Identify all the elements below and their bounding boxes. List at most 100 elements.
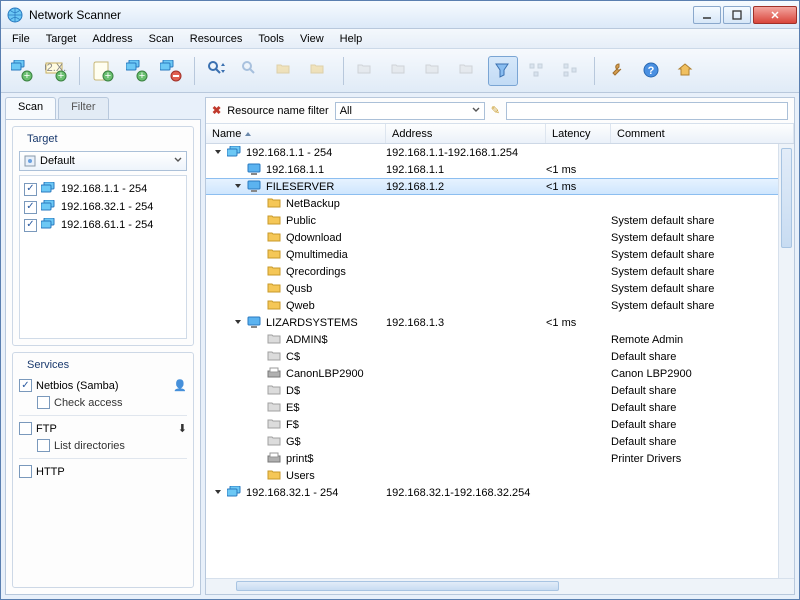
tb-tree1[interactable] <box>522 56 552 86</box>
checkbox[interactable] <box>19 422 32 435</box>
app-icon <box>7 7 23 23</box>
col-name[interactable]: Name <box>206 124 386 143</box>
toolbar: + 192.X.X+ + + <box>1 49 799 93</box>
tb-home[interactable] <box>671 56 701 86</box>
clear-filter-icon[interactable]: ✖ <box>212 104 221 117</box>
target-item[interactable]: 192.168.1.1 - 254 <box>24 180 182 198</box>
tb-add-range[interactable]: 192.X.X+ <box>41 56 71 86</box>
tb-remove-host[interactable] <box>156 56 186 86</box>
checkbox[interactable] <box>37 396 50 409</box>
tree-row[interactable]: D$Default share <box>206 382 794 399</box>
tab-filter[interactable]: Filter <box>58 97 108 119</box>
tree-row[interactable]: CanonLBP2900Canon LBP2900 <box>206 365 794 382</box>
tb-filter[interactable] <box>488 56 518 86</box>
results-tree[interactable]: 192.168.1.1 - 254192.168.1.1-192.168.1.2… <box>206 144 794 578</box>
tb-open1[interactable] <box>271 56 301 86</box>
col-comment[interactable]: Comment <box>611 124 794 143</box>
menu-tools[interactable]: Tools <box>251 31 291 47</box>
tb-open2[interactable] <box>305 56 335 86</box>
folder-icon <box>267 231 282 244</box>
expander-open-icon[interactable] <box>214 488 223 497</box>
svg-text:+: + <box>105 70 111 82</box>
menu-file[interactable]: File <box>5 31 37 47</box>
checkbox[interactable] <box>24 183 37 196</box>
checkbox[interactable] <box>37 439 50 452</box>
tb-options[interactable] <box>603 56 633 86</box>
service-item[interactable]: HTTP <box>19 463 187 480</box>
tree-row[interactable]: QmultimediaSystem default share <box>206 246 794 263</box>
tree-row[interactable]: QrecordingsSystem default share <box>206 263 794 280</box>
target-item[interactable]: 192.168.32.1 - 254 <box>24 198 182 216</box>
folder-icon <box>267 197 282 210</box>
tree-row[interactable]: E$Default share <box>206 399 794 416</box>
service-icon: ⬇ <box>178 422 187 435</box>
checkbox[interactable] <box>24 219 37 232</box>
tab-scan[interactable]: Scan <box>5 97 56 119</box>
tb-script[interactable]: + <box>88 56 118 86</box>
services-group: Services Netbios (Samba)👤Check accessFTP… <box>12 352 194 588</box>
service-item[interactable]: Netbios (Samba)👤 <box>19 377 187 394</box>
checkbox[interactable] <box>24 201 37 214</box>
tb-help[interactable] <box>637 56 667 86</box>
tb-grp3[interactable] <box>420 56 450 86</box>
tree-row[interactable]: 192.168.1.1 - 254192.168.1.1-192.168.1.2… <box>206 144 794 161</box>
expander-open-icon[interactable] <box>234 182 243 191</box>
tree-row[interactable]: PublicSystem default share <box>206 212 794 229</box>
menu-scan[interactable]: Scan <box>142 31 181 47</box>
tree-row[interactable]: 192.168.32.1 - 254192.168.32.1-192.168.3… <box>206 484 794 501</box>
maximize-button[interactable] <box>723 6 751 24</box>
folderg-icon <box>267 333 282 346</box>
tree-row[interactable]: FILESERVER192.168.1.2<1 ms <box>206 178 794 195</box>
tb-grp4[interactable] <box>454 56 484 86</box>
tree-row[interactable]: QdownloadSystem default share <box>206 229 794 246</box>
expander-open-icon[interactable] <box>234 318 243 327</box>
service-sub[interactable]: List directories <box>37 437 187 454</box>
col-latency[interactable]: Latency <box>546 124 611 143</box>
col-address[interactable]: Address <box>386 124 546 143</box>
scrollbar-vertical[interactable] <box>778 144 794 578</box>
printer-icon <box>267 367 282 380</box>
minimize-button[interactable] <box>693 6 721 24</box>
tree-row[interactable]: Users <box>206 467 794 484</box>
target-item[interactable]: 192.168.61.1 - 254 <box>24 216 182 234</box>
folder-icon <box>267 299 282 312</box>
service-item[interactable]: FTP⬇ <box>19 420 187 437</box>
target-combo[interactable]: Default <box>19 151 187 171</box>
menu-help[interactable]: Help <box>333 31 370 47</box>
menu-view[interactable]: View <box>293 31 331 47</box>
service-sub[interactable]: Check access <box>37 394 187 411</box>
filter-select[interactable]: All <box>335 102 485 120</box>
svg-text:+: + <box>58 70 64 82</box>
tree-row[interactable]: F$Default share <box>206 416 794 433</box>
svg-text:+: + <box>139 70 145 82</box>
tb-new[interactable]: + <box>7 56 37 86</box>
groupmon-icon <box>227 146 242 159</box>
folderg-icon <box>267 350 282 363</box>
tb-tree2[interactable] <box>556 56 586 86</box>
tb-grp2[interactable] <box>386 56 416 86</box>
tree-row[interactable]: QusbSystem default share <box>206 280 794 297</box>
expander-open-icon[interactable] <box>214 148 223 157</box>
tb-add-host[interactable]: + <box>122 56 152 86</box>
filter-label: Resource name filter <box>227 105 329 117</box>
filter-input[interactable] <box>506 102 788 120</box>
tree-row[interactable]: NetBackup <box>206 195 794 212</box>
tb-scan-stop[interactable] <box>237 56 267 86</box>
menu-target[interactable]: Target <box>39 31 84 47</box>
tree-row[interactable]: print$Printer Drivers <box>206 450 794 467</box>
tb-grp1[interactable] <box>352 56 382 86</box>
tree-row[interactable]: C$Default share <box>206 348 794 365</box>
menu-address[interactable]: Address <box>85 31 139 47</box>
tree-row[interactable]: QwebSystem default share <box>206 297 794 314</box>
menu-resources[interactable]: Resources <box>183 31 250 47</box>
checkbox[interactable] <box>19 379 32 392</box>
tree-row[interactable]: LIZARDSYSTEMS192.168.1.3<1 ms <box>206 314 794 331</box>
close-button[interactable] <box>753 6 797 24</box>
scrollbar-horizontal[interactable] <box>206 578 794 594</box>
tree-row[interactable]: 192.168.1.1192.168.1.1<1 ms <box>206 161 794 178</box>
tb-scan[interactable] <box>203 56 233 86</box>
checkbox[interactable] <box>19 465 32 478</box>
tree-row[interactable]: ADMIN$Remote Admin <box>206 331 794 348</box>
tree-row[interactable]: G$Default share <box>206 433 794 450</box>
edit-filter-icon[interactable]: ✎ <box>491 104 500 117</box>
